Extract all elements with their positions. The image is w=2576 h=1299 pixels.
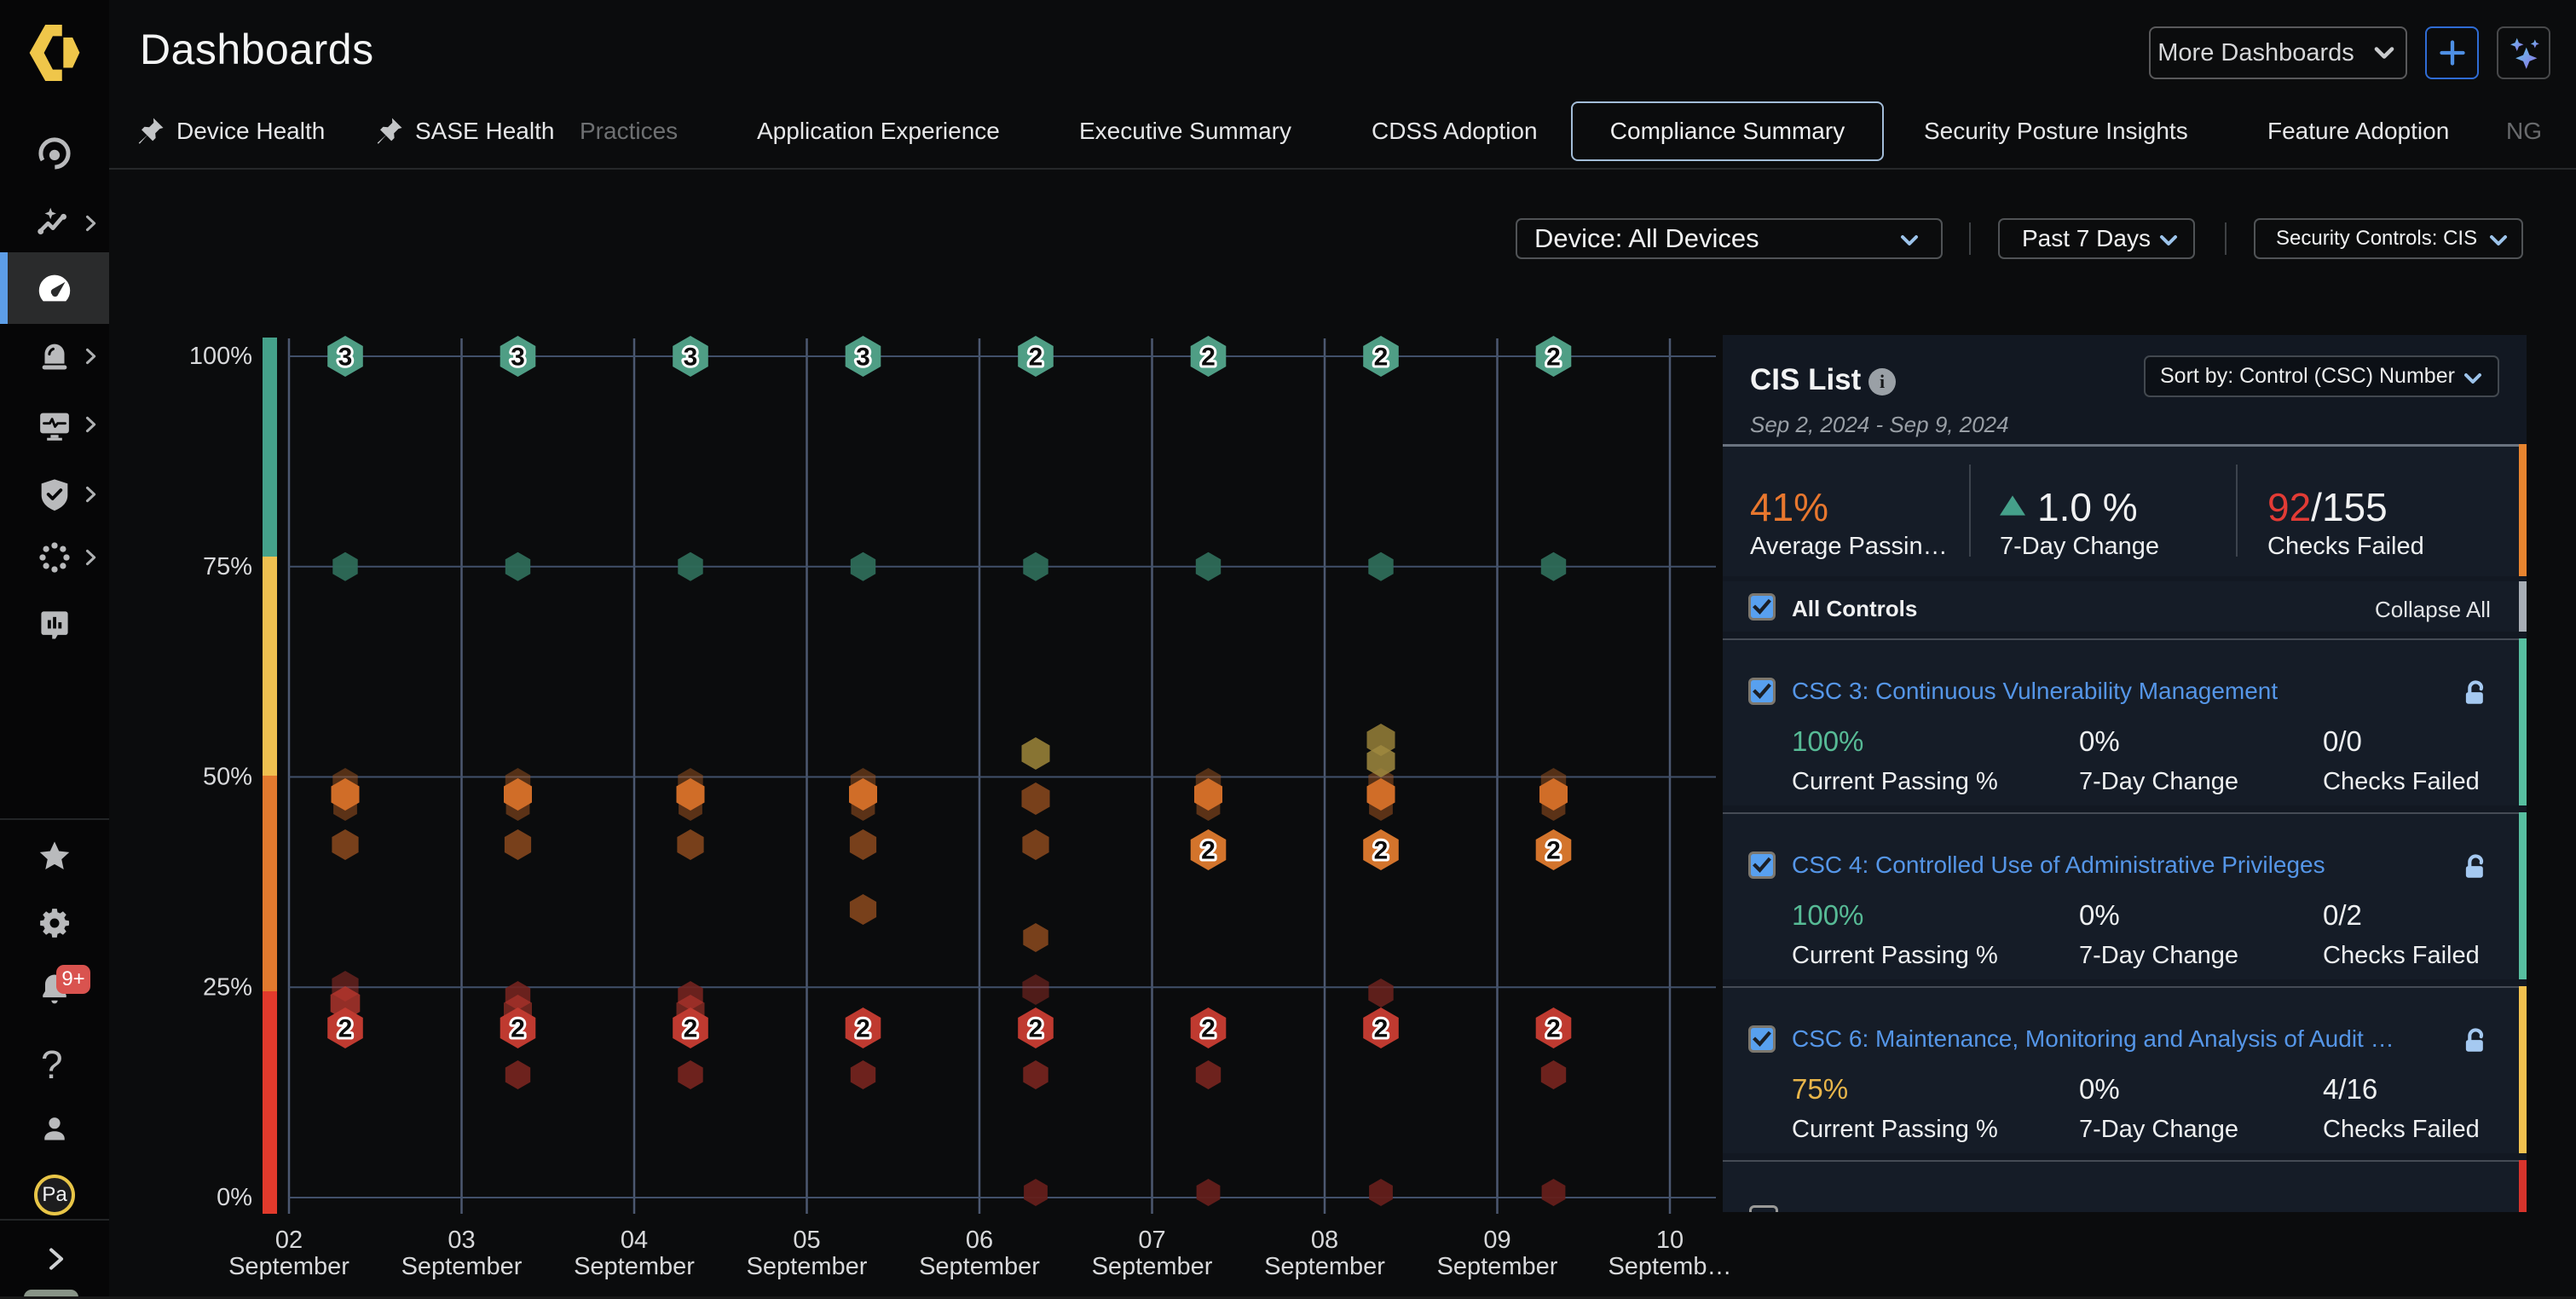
svg-text:2: 2	[1546, 1015, 1561, 1043]
svg-text:3: 3	[684, 344, 698, 372]
svg-text:2: 2	[684, 1015, 698, 1043]
svg-text:September: September	[228, 1253, 349, 1280]
svg-text:04: 04	[621, 1227, 648, 1254]
svg-text:2: 2	[338, 1015, 353, 1043]
svg-text:02: 02	[275, 1227, 303, 1254]
svg-text:2: 2	[1201, 837, 1216, 865]
svg-text:2: 2	[1546, 837, 1561, 865]
svg-text:September: September	[1437, 1253, 1558, 1280]
svg-text:September: September	[1092, 1253, 1213, 1280]
svg-text:10: 10	[1656, 1227, 1684, 1254]
svg-text:2: 2	[1029, 344, 1043, 372]
svg-text:3: 3	[338, 344, 353, 372]
svg-text:3: 3	[511, 344, 525, 372]
svg-text:75%: 75%	[203, 553, 252, 580]
svg-text:September: September	[574, 1253, 695, 1280]
svg-text:September: September	[1264, 1253, 1385, 1280]
svg-text:2: 2	[1201, 344, 1216, 372]
svg-text:09: 09	[1483, 1227, 1510, 1254]
svg-text:08: 08	[1311, 1227, 1338, 1254]
svg-text:2: 2	[1374, 344, 1389, 372]
svg-text:3: 3	[856, 344, 870, 372]
svg-text:100%: 100%	[189, 343, 252, 370]
svg-text:05: 05	[793, 1227, 820, 1254]
svg-text:September: September	[401, 1253, 523, 1280]
svg-text:2: 2	[856, 1015, 870, 1043]
svg-text:2: 2	[511, 1015, 525, 1043]
svg-text:07: 07	[1138, 1227, 1165, 1254]
svg-text:2: 2	[1546, 344, 1561, 372]
svg-text:2: 2	[1374, 1015, 1389, 1043]
svg-text:2: 2	[1374, 837, 1389, 865]
svg-text:2: 2	[1201, 1015, 1216, 1043]
svg-text:03: 03	[448, 1227, 475, 1254]
svg-text:06: 06	[966, 1227, 993, 1254]
svg-text:50%: 50%	[203, 764, 252, 791]
svg-text:September: September	[747, 1253, 868, 1280]
svg-text:September: September	[919, 1253, 1040, 1280]
svg-text:2: 2	[1029, 1015, 1043, 1043]
svg-text:Septemb…: Septemb…	[1608, 1253, 1731, 1280]
svg-text:25%: 25%	[203, 973, 252, 1001]
svg-text:0%: 0%	[217, 1184, 252, 1211]
